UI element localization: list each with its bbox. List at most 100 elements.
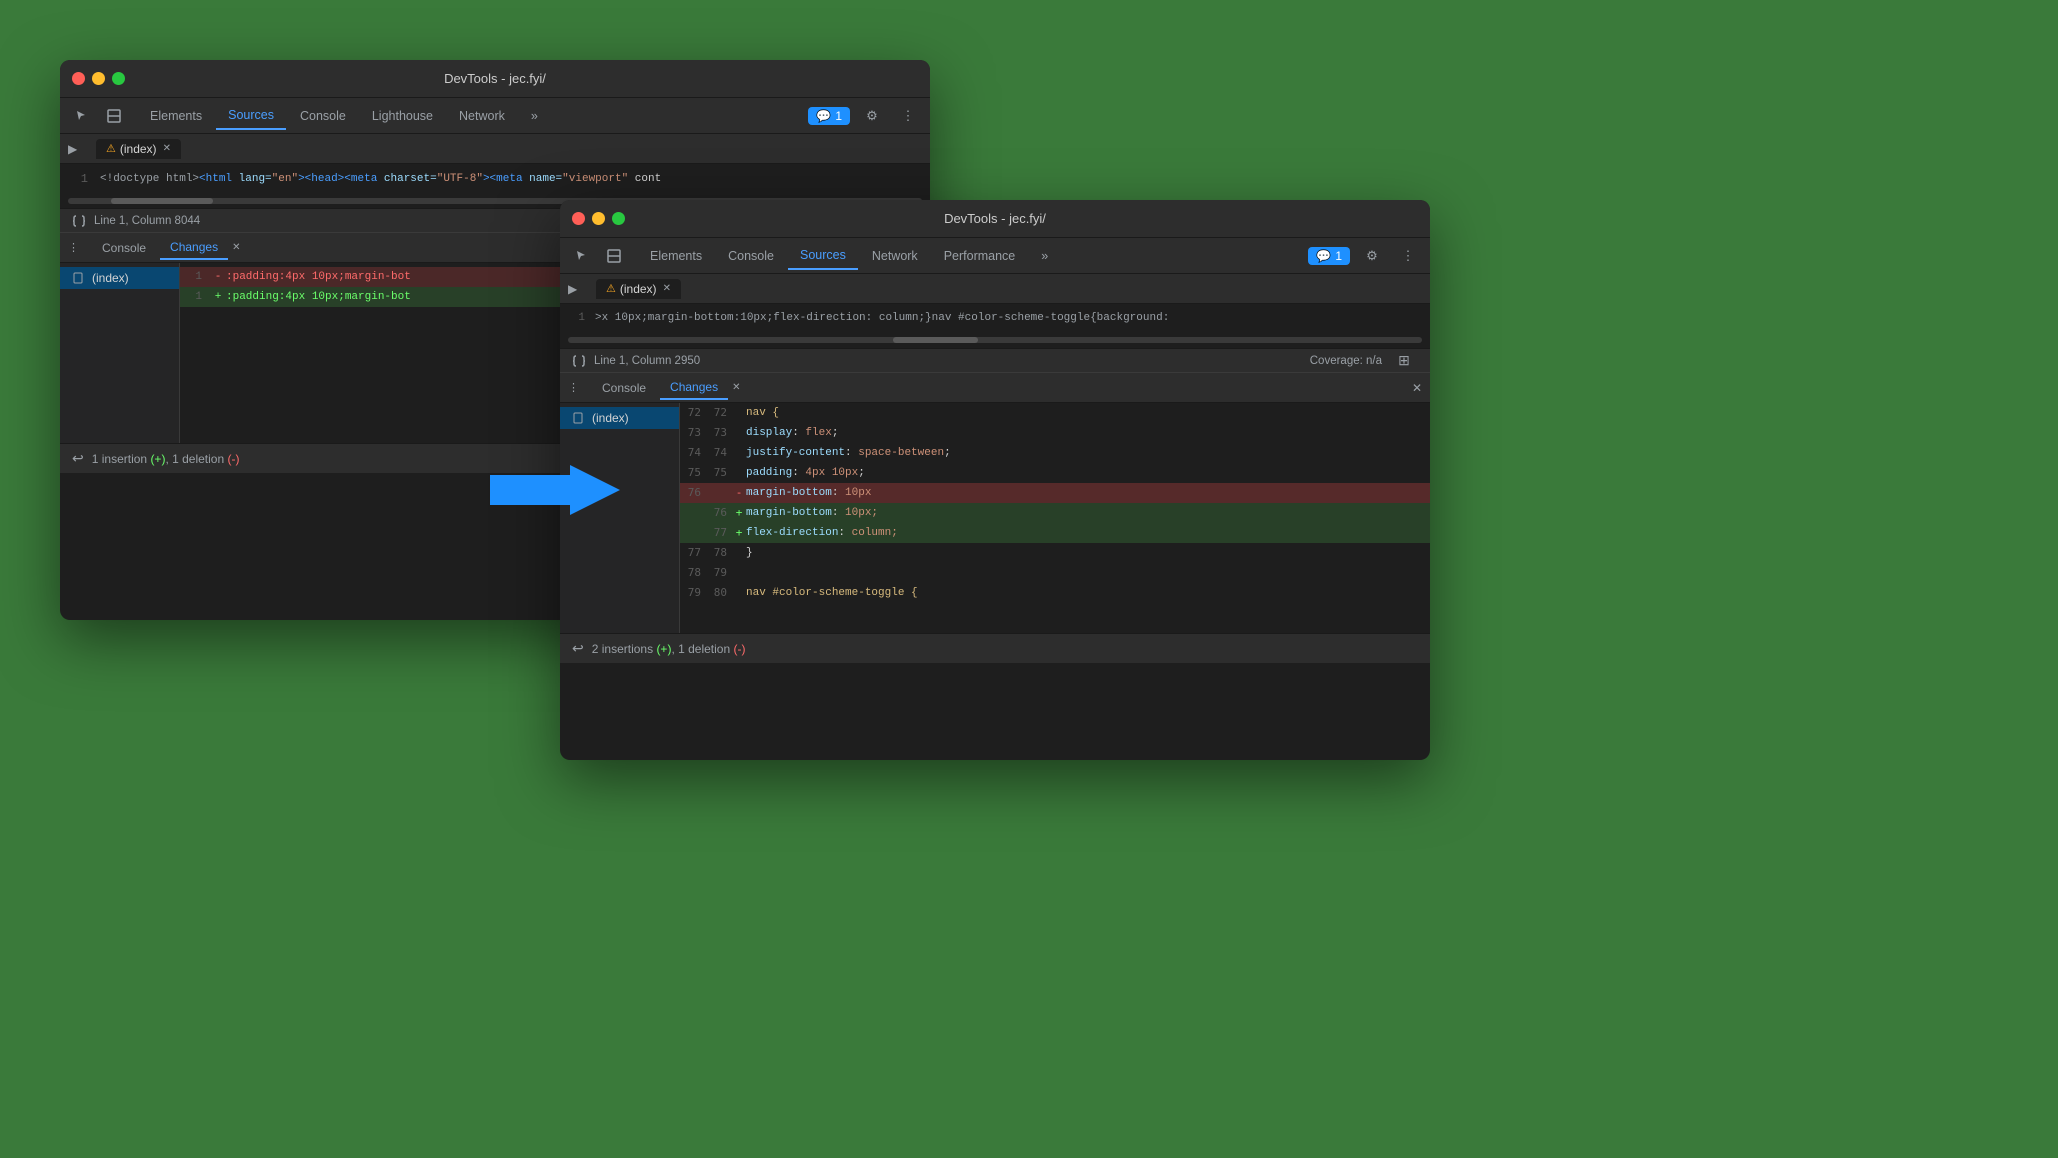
w2-diff-77-added: 77 + flex-direction: column;: [680, 523, 1430, 543]
file-tab-close-2[interactable]: ✕: [663, 283, 671, 294]
file-name-1: (index): [92, 271, 129, 285]
tab-bar-2: Elements Console Sources Network Perform…: [560, 238, 1430, 274]
file-tab-name-2: (index): [620, 282, 657, 296]
maximize-button-1[interactable]: [112, 72, 125, 85]
tab-sources-2[interactable]: Sources: [788, 242, 858, 270]
tab-lighthouse-1[interactable]: Lighthouse: [360, 103, 445, 129]
curly-braces-icon-2: [572, 354, 586, 368]
status-bar-2: Line 1, Column 2950 Coverage: n/a ⊞: [560, 348, 1430, 372]
tab-elements-2[interactable]: Elements: [638, 243, 714, 269]
panel-tab-changes-1[interactable]: Changes: [160, 236, 228, 260]
w2-diff-78-79: 78 79: [680, 563, 1430, 583]
w2-diff-77-78: 77 78 }: [680, 543, 1430, 563]
settings-icon-2[interactable]: ⚙: [1358, 242, 1386, 270]
traffic-lights-1: [72, 72, 125, 85]
title-bar-2: DevTools - jec.fyi/: [560, 200, 1430, 238]
window-title-2: DevTools - jec.fyi/: [944, 211, 1046, 226]
tab-bar-icons-1: [68, 102, 128, 130]
scrollbar-thumb-1[interactable]: [111, 198, 213, 204]
undo-icon-2[interactable]: ↩: [572, 640, 584, 657]
tab-console-1[interactable]: Console: [288, 103, 358, 129]
scrollbar-2[interactable]: [560, 332, 1430, 348]
summary-text-2: 2 insertions (+), 1 deletion (-): [592, 642, 746, 656]
w2-diff-72: 72 72 nav {: [680, 403, 1430, 423]
badge-count-2: 1: [1335, 249, 1342, 263]
tab-more-2[interactable]: »: [1029, 243, 1060, 269]
close-button-2[interactable]: [572, 212, 585, 225]
dock-icon[interactable]: [100, 102, 128, 130]
panel-changes-close-2[interactable]: ✕: [732, 382, 740, 393]
more-icon-2[interactable]: ⋮: [1394, 242, 1422, 270]
panel-changes-close-1[interactable]: ✕: [232, 242, 240, 253]
cursor-icon[interactable]: [68, 102, 96, 130]
settings-icon-1[interactable]: ⚙: [858, 102, 886, 130]
warning-icon-1: ⚠: [106, 142, 116, 155]
tab-more-1[interactable]: »: [519, 103, 550, 129]
diff-area-2: 72 72 nav { 73 73: [680, 403, 1430, 633]
minimize-button-2[interactable]: [592, 212, 605, 225]
code-area-2: 1 >x 10px;margin-bottom:10px;flex-direct…: [560, 304, 1430, 332]
tab-network-2[interactable]: Network: [860, 243, 930, 269]
file-list-item-index-2[interactable]: (index): [560, 407, 679, 429]
w2-diff-75: 75 75 padding: 4px 10px;: [680, 463, 1430, 483]
messages-badge-2[interactable]: 💬 1: [1308, 247, 1350, 265]
scrollbar-thumb-2[interactable]: [893, 337, 978, 343]
sidebar-toggle-1[interactable]: ▶: [68, 142, 92, 156]
panel-content-2: (index) 72 72 nav {: [560, 403, 1430, 633]
dock-icon-2[interactable]: [600, 242, 628, 270]
diff-plus-marker-1: +: [732, 503, 746, 523]
panel-tab-changes-2[interactable]: Changes: [660, 376, 728, 400]
panel-close-btn-2[interactable]: ✕: [1412, 381, 1422, 395]
diff-plus-marker-2: +: [732, 523, 746, 543]
file-icon-1: [72, 272, 84, 284]
sidebar-toggle-2[interactable]: ▶: [568, 282, 592, 296]
title-bar-1: DevTools - jec.fyi/: [60, 60, 930, 98]
diff-marker-removed-1: -: [210, 267, 226, 287]
tab-network-1[interactable]: Network: [447, 103, 517, 129]
code-text-1: <!doctype html><html lang="en"><head><me…: [100, 168, 661, 190]
devtools-window-2: DevTools - jec.fyi/ Elements Console Sou…: [560, 200, 1430, 760]
coverage-icon-2[interactable]: ⊞: [1390, 347, 1418, 375]
tab-bar-icons-2: [568, 242, 628, 270]
tab-bar-right-1: 💬 1 ⚙ ⋮: [808, 102, 922, 130]
panel-tab-console-1[interactable]: Console: [92, 237, 156, 259]
w2-diff-74: 74 74 justify-content: space-between;: [680, 443, 1430, 463]
tab-performance-2[interactable]: Performance: [932, 243, 1028, 269]
close-button-1[interactable]: [72, 72, 85, 85]
cursor-icon-2[interactable]: [568, 242, 596, 270]
file-name-2: (index): [592, 411, 629, 425]
summary-text-1: 1 insertion (+), 1 deletion (-): [92, 452, 240, 466]
panel-tab-bar-2: ⋮ Console Changes ✕ ✕: [560, 373, 1430, 403]
diff-text-removed-1: :padding:4px 10px;margin-bot: [226, 267, 411, 287]
file-tab-bar-2: ▶ ⚠ (index) ✕: [560, 274, 1430, 304]
more-icon-1[interactable]: ⋮: [894, 102, 922, 130]
messages-badge-1[interactable]: 💬 1: [808, 107, 850, 125]
undo-icon-1[interactable]: ↩: [72, 450, 84, 467]
panel-more-icon-2[interactable]: ⋮: [568, 381, 588, 394]
w2-diff-content: 72 72 nav { 73 73: [680, 403, 1430, 603]
bottom-panel-2: ⋮ Console Changes ✕ ✕ (index): [560, 372, 1430, 663]
file-tab-close-1[interactable]: ✕: [163, 143, 171, 154]
window-title-1: DevTools - jec.fyi/: [444, 71, 546, 86]
status-text-1: Line 1, Column 8044: [94, 215, 200, 227]
file-list-item-index-1[interactable]: (index): [60, 267, 179, 289]
file-tab-name-1: (index): [120, 142, 157, 156]
w2-diff-79-80: 79 80 nav #color-scheme-toggle {: [680, 583, 1430, 603]
w2-diff-76-added: 76 + margin-bottom: 10px;: [680, 503, 1430, 523]
code-line-1: 1 <!doctype html><html lang="en"><head><…: [60, 168, 930, 190]
file-list-1: (index): [60, 263, 180, 443]
warning-icon-2: ⚠: [606, 282, 616, 295]
status-text-2: Line 1, Column 2950: [594, 355, 700, 367]
panel-more-icon-1[interactable]: ⋮: [68, 241, 88, 254]
tab-sources-1[interactable]: Sources: [216, 102, 286, 130]
file-tab-index-2[interactable]: ⚠ (index) ✕: [596, 279, 681, 299]
maximize-button-2[interactable]: [612, 212, 625, 225]
tab-console-2[interactable]: Console: [716, 243, 786, 269]
chat-icon: 💬: [816, 109, 831, 123]
file-tab-index-1[interactable]: ⚠ (index) ✕: [96, 139, 181, 159]
traffic-lights-2: [572, 212, 625, 225]
tab-elements-1[interactable]: Elements: [138, 103, 214, 129]
panel-tab-console-2[interactable]: Console: [592, 377, 656, 399]
blue-arrow: [490, 460, 620, 525]
minimize-button-1[interactable]: [92, 72, 105, 85]
